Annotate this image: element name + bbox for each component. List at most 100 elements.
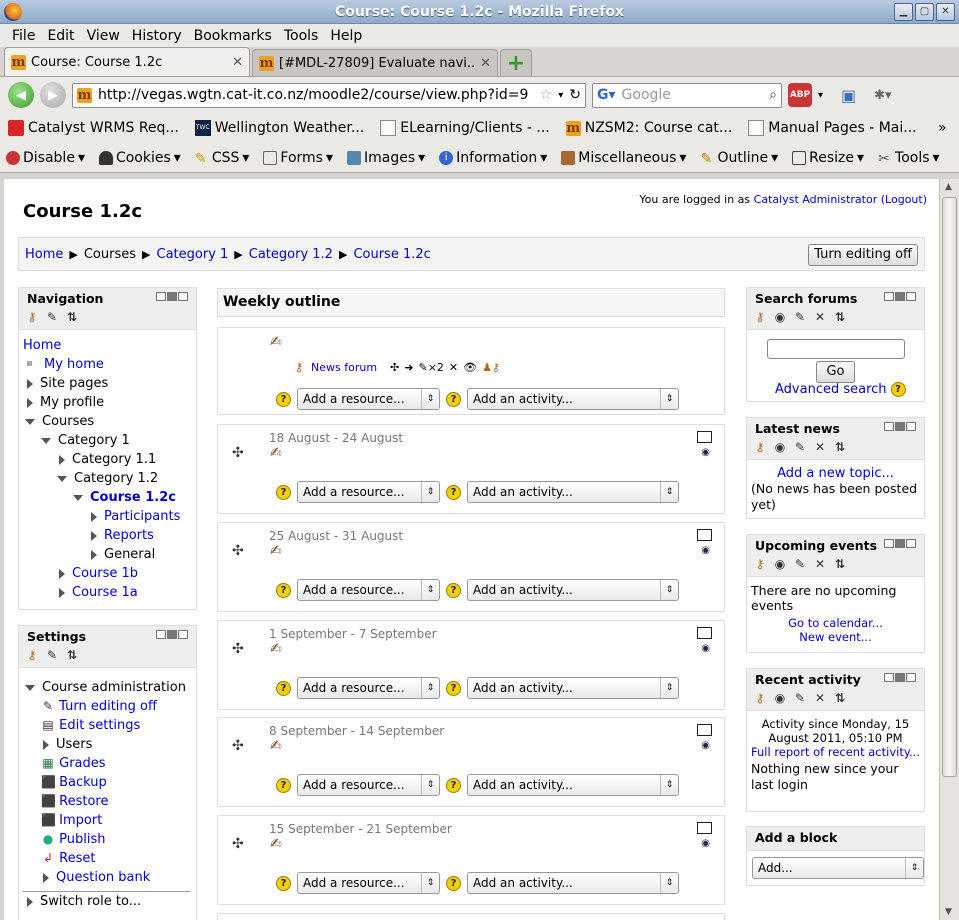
expand-icon[interactable] [43,872,49,883]
highlight-icon[interactable] [697,529,712,541]
settings-restore[interactable]: Restore [59,794,108,809]
nav-course-1-2c[interactable]: Course 1.2c [90,490,176,505]
page-scrollbar[interactable]: ▲ ▼ [939,179,959,920]
maximize-icon[interactable]: ▢ [915,3,934,21]
add-resource-select[interactable]: Add a resource... ⇕ [297,481,440,503]
expand-icon[interactable] [59,454,65,465]
move-icon[interactable]: ⇅ [833,691,847,705]
bookmark-wrms[interactable]: Catalyst WRMS Req... [8,120,179,136]
help-icon[interactable]: ? [276,777,291,793]
expand-icon[interactable] [59,568,65,579]
roles-icon[interactable]: ⚷ [753,557,767,571]
expand-icon[interactable] [59,587,65,598]
edit-summary-icon[interactable]: ✍ [270,543,282,559]
go-button[interactable]: Go [816,361,855,383]
help-icon[interactable]: ? [276,875,291,891]
webdev-images[interactable]: Images ▾ [347,150,425,166]
help-icon[interactable]: ? [446,391,461,407]
settings-grades[interactable]: Grades [59,756,105,771]
edit-summary-icon[interactable]: ✍ [270,445,282,461]
add-resource-select[interactable]: Add a resource... ⇕ [297,579,440,601]
bookmark-elearning[interactable]: ELearning/Clients - ... [380,120,550,136]
webdev-disable[interactable]: Disable ▾ [6,150,85,166]
expand-icon[interactable] [91,549,97,560]
move-icon[interactable]: ✣ [390,361,399,374]
menu-file[interactable]: File [6,28,41,44]
nav-my-profile[interactable]: My profile [40,395,104,410]
nav-category-1-2[interactable]: Category 1.2 [74,471,158,486]
hide-icon[interactable]: ◉ [701,545,710,556]
google-icon[interactable]: G▾ [597,87,616,103]
settings-reset[interactable]: Reset [59,851,95,866]
expand-icon[interactable] [27,378,33,389]
add-activity-select[interactable]: Add an activity... ⇕ [467,677,679,699]
nav-category-1[interactable]: Category 1 [58,433,130,448]
expand-icon[interactable] [27,896,33,907]
adblock-icon[interactable]: ABP [788,83,812,107]
add-activity-select[interactable]: Add an activity... ⇕ [467,481,679,503]
help-icon[interactable]: ? [446,484,461,500]
new-tab-icon[interactable]: + [500,49,532,76]
move-icon[interactable]: ✣ [232,543,244,559]
delete-icon[interactable]: ✕ [813,440,827,454]
search-bar[interactable]: G▾ Google ⌕ [592,82,782,108]
user-link[interactable]: Catalyst Administrator [754,193,878,206]
help-icon[interactable]: ? [276,582,291,598]
block-dock-icon[interactable] [884,673,916,682]
webdev-css[interactable]: ✎ CSS ▾ [195,150,250,167]
collapse-icon[interactable] [25,684,35,691]
block-dock-icon[interactable] [884,422,916,431]
dropdown-icon[interactable]: ▾ [558,90,563,101]
reload-icon[interactable]: ↻ [569,87,581,103]
close-icon[interactable]: ✕ [936,3,955,21]
url-text[interactable]: http://vegas.wgtn.cat-it.co.nz/moodle2/c… [98,87,534,103]
bug-icon[interactable]: ✱▾ [874,88,891,103]
new-event-link[interactable]: New event... [799,630,871,644]
minimize-icon[interactable]: ▁ [894,3,913,21]
forward-icon[interactable]: ▶ [40,82,66,108]
nav-course-1b[interactable]: Course 1b [72,566,138,581]
hide-icon[interactable]: ◉ [773,440,787,454]
settings-users[interactable]: Users [56,737,92,752]
hide-icon[interactable]: ◉ [701,447,710,458]
collapse-icon[interactable] [25,418,35,425]
scroll-down-icon[interactable]: ▼ [945,907,952,917]
search-placeholder[interactable]: Google [622,87,764,103]
add-block-select[interactable]: Add... ⇕ [752,857,924,879]
groups-icon[interactable]: ♟⚷ [482,361,500,374]
webdev-forms[interactable]: Forms ▾ [263,150,333,166]
delete-icon[interactable]: ✕ [449,361,458,374]
edit-icon[interactable]: ✎ [793,557,807,571]
overflow-icon[interactable]: » [938,120,947,136]
settings-import[interactable]: Import [59,813,102,828]
roles-icon[interactable]: ⚷ [753,691,767,705]
nav-my-home[interactable]: My home [44,357,104,372]
full-report-link[interactable]: Full report of recent activity... [751,745,920,759]
breadcrumb-category-1-2[interactable]: Category 1.2 [249,247,333,262]
help-icon[interactable]: ? [446,680,461,696]
webdev-misc[interactable]: Miscellaneous ▾ [561,150,686,166]
help-icon[interactable]: ? [276,484,291,500]
nav-reports[interactable]: Reports [104,528,154,543]
breadcrumb-home[interactable]: Home [25,247,63,262]
edit-summary-icon[interactable]: ✍ [270,836,282,852]
bookmark-nzsm2[interactable]: m NZSM2: Course cat... [565,120,732,136]
nav-course-1a[interactable]: Course 1a [72,585,138,600]
dropdown-icon[interactable]: ▾ [818,90,823,101]
delete-icon[interactable]: ✕ [813,310,827,324]
url-bar[interactable]: m http://vegas.wgtn.cat-it.co.nz/moodle2… [72,82,586,108]
webdev-cookies[interactable]: Cookies ▾ [98,150,181,166]
breadcrumb-category-1[interactable]: Category 1 [157,247,229,262]
edit-icon[interactable]: ✎ [793,310,807,324]
roles-icon[interactable]: ⚷ [25,648,39,662]
search-forums-input[interactable] [767,339,905,359]
settings-switch-role[interactable]: Switch role to... [40,894,141,909]
move-icon[interactable]: ⇅ [833,310,847,324]
expand-icon[interactable] [27,397,33,408]
scroll-up-icon[interactable]: ▲ [945,182,952,192]
webdev-outline[interactable]: ✎ Outline ▾ [700,150,778,167]
news-forum-link[interactable]: News forum [311,361,377,374]
move-icon[interactable]: ⇅ [65,310,79,324]
nav-participants[interactable]: Participants [104,509,180,524]
move-icon[interactable]: ✣ [232,445,244,461]
